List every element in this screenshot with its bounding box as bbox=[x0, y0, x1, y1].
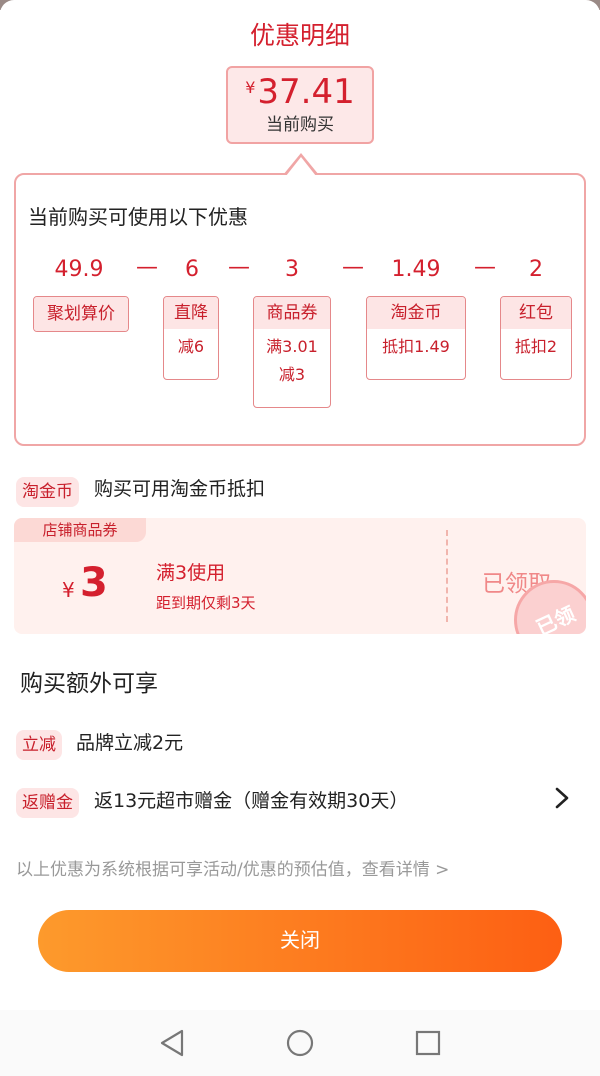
chip-label: 聚划算价 bbox=[34, 297, 128, 331]
minus-sign: — bbox=[136, 255, 158, 280]
coupon-currency: ¥ bbox=[62, 578, 75, 602]
callout-notch-fill bbox=[286, 157, 316, 176]
discount-detail-sheet: 优惠明细 ¥37.41 当前购买 当前购买可使用以下优惠 49.9 — 6 — … bbox=[0, 0, 600, 1010]
breakdown-value: 2 bbox=[529, 257, 543, 282]
shop-coupon-card[interactable]: 店铺商品券 ¥ 3 满3使用 距到期仅剩3天 已领取 已领 bbox=[14, 518, 586, 634]
discount-chip-red-packet: 红包 抵扣2 bbox=[500, 296, 572, 380]
breakdown-value: 3 bbox=[285, 257, 299, 282]
discount-chip-juhuasuan: 聚划算价 bbox=[33, 296, 129, 332]
benefit-tag-instant-cut: 立减 bbox=[16, 730, 62, 760]
breakdown-title: 当前购买可使用以下优惠 bbox=[28, 205, 248, 229]
chip-label: 淘金币 bbox=[367, 297, 465, 329]
taojinbi-text: 购买可用淘金币抵扣 bbox=[94, 478, 266, 500]
discount-chip-taojinbi: 淘金币 抵扣1.49 bbox=[366, 296, 466, 380]
chip-detail: 满3.01 bbox=[266, 337, 318, 356]
chip-label: 红包 bbox=[501, 297, 571, 329]
home-icon[interactable] bbox=[285, 1028, 315, 1058]
discount-breakdown-card: 当前购买可使用以下优惠 49.9 — 6 — 3 — 1.49 — 2 聚划算价… bbox=[14, 173, 586, 446]
breakdown-value: 1.49 bbox=[391, 257, 441, 282]
chip-label: 商品券 bbox=[254, 297, 330, 329]
discount-chip-direct-cut: 直降 减6 bbox=[163, 296, 219, 380]
stamp-text: 已领 bbox=[532, 601, 579, 634]
breakdown-value: 6 bbox=[185, 257, 199, 282]
extra-benefits-title: 购买额外可享 bbox=[20, 671, 158, 697]
chip-detail: 抵扣1.49 bbox=[382, 337, 450, 356]
recents-icon[interactable] bbox=[414, 1028, 442, 1058]
minus-sign: — bbox=[228, 255, 250, 280]
close-button[interactable]: 关闭 bbox=[38, 910, 562, 972]
coupon-divider bbox=[446, 530, 448, 622]
coupon-value: 3 bbox=[80, 560, 108, 606]
back-icon[interactable] bbox=[158, 1028, 186, 1058]
chevron-right-icon[interactable] bbox=[552, 786, 572, 810]
coupon-type-tag: 店铺商品券 bbox=[14, 518, 146, 542]
price-label: 当前购买 bbox=[266, 115, 334, 135]
chip-detail: 减6 bbox=[177, 337, 205, 356]
taojinbi-tag: 淘金币 bbox=[16, 477, 79, 507]
minus-sign: — bbox=[474, 255, 496, 280]
benefit-text-instant-cut: 品牌立减2元 bbox=[76, 732, 184, 754]
disclaimer-link[interactable]: 以上优惠为系统根据可享活动/优惠的预估值，查看详情 > bbox=[16, 855, 449, 880]
system-nav-bar bbox=[0, 1010, 600, 1076]
discount-chip-coupon: 商品券 满3.01 减3 bbox=[253, 296, 331, 408]
coupon-expiry: 距到期仅剩3天 bbox=[156, 594, 256, 612]
coupon-condition: 满3使用 bbox=[156, 562, 226, 584]
price-amount: 37.41 bbox=[257, 72, 355, 112]
price-currency: ¥ bbox=[245, 78, 256, 97]
chip-label: 直降 bbox=[164, 297, 218, 329]
chip-detail: 抵扣2 bbox=[514, 337, 558, 356]
page-title: 优惠明细 bbox=[249, 21, 350, 50]
current-price-box: ¥37.41 当前购买 bbox=[226, 66, 374, 144]
chip-detail: 减3 bbox=[278, 365, 306, 384]
benefit-tag-cashback: 返赠金 bbox=[16, 788, 79, 818]
minus-sign: — bbox=[342, 255, 364, 280]
breakdown-value: 49.9 bbox=[54, 257, 104, 282]
benefit-text-cashback[interactable]: 返13元超市赠金（赠金有效期30天） bbox=[94, 786, 408, 813]
